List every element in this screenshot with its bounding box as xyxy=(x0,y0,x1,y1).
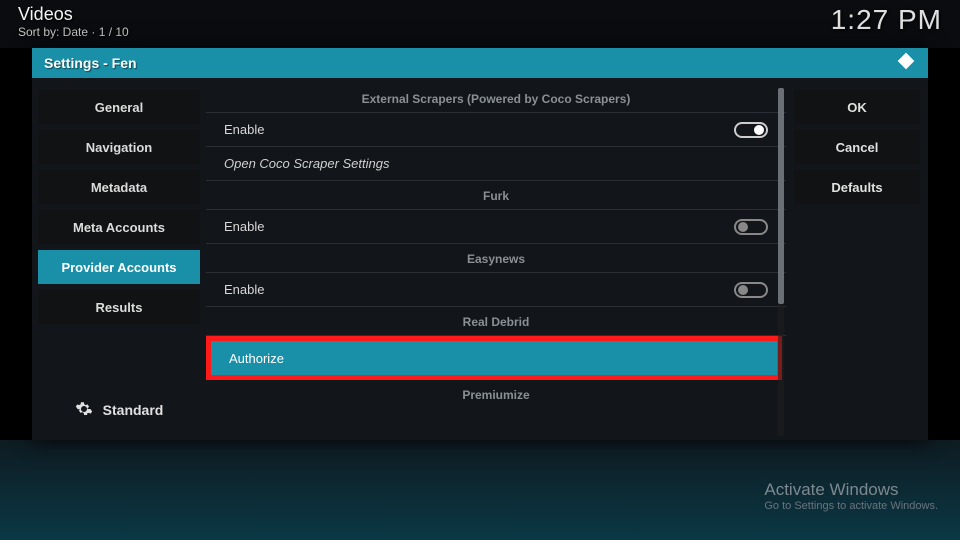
defaults-button[interactable]: Defaults xyxy=(794,170,920,204)
row-label: Enable xyxy=(224,282,264,297)
row-open-coco-settings[interactable]: Open Coco Scraper Settings xyxy=(206,147,786,181)
section-header-external-scrapers: External Scrapers (Powered by Coco Scrap… xyxy=(206,86,786,113)
row-label: Enable xyxy=(224,122,264,137)
cancel-button[interactable]: Cancel xyxy=(794,130,920,164)
window-title: Settings - Fen xyxy=(44,55,137,71)
gear-icon xyxy=(75,400,93,421)
row-label: Open Coco Scraper Settings xyxy=(224,156,389,171)
section-header-real-debrid: Real Debrid xyxy=(206,307,786,336)
row-label: Enable xyxy=(224,219,264,234)
watermark-line1: Activate Windows xyxy=(764,480,938,500)
settings-level-toggle[interactable]: Standard xyxy=(38,392,200,428)
breadcrumb-subtitle: Sort by: Date · 1 / 10 xyxy=(18,25,129,39)
section-header-premiumize: Premiumize xyxy=(206,380,786,408)
window-titlebar: Settings - Fen xyxy=(32,48,928,78)
section-header-furk: Furk xyxy=(206,181,786,210)
sidebar-item-results[interactable]: Results xyxy=(38,290,200,324)
clock: 1:27 PM xyxy=(831,4,942,36)
highlight-callout: Authorize xyxy=(206,336,782,380)
toggle-off-icon[interactable] xyxy=(734,282,768,298)
sidebar-item-metadata[interactable]: Metadata xyxy=(38,170,200,204)
settings-window: Settings - Fen General Navigation Metada… xyxy=(32,48,928,440)
windows-activation-watermark: Activate Windows Go to Settings to activ… xyxy=(764,480,938,512)
top-bar: Videos Sort by: Date · 1 / 10 1:27 PM xyxy=(18,4,942,39)
kodi-logo-icon xyxy=(896,51,916,76)
row-easynews-enable[interactable]: Enable xyxy=(206,273,786,307)
row-furk-enable[interactable]: Enable xyxy=(206,210,786,244)
category-sidebar: General Navigation Metadata Meta Account… xyxy=(32,78,206,440)
sidebar-item-general[interactable]: General xyxy=(38,90,200,124)
row-label: Authorize xyxy=(229,351,284,366)
toggle-off-icon[interactable] xyxy=(734,219,768,235)
toggle-on-icon[interactable] xyxy=(734,122,768,138)
sidebar-item-meta-accounts[interactable]: Meta Accounts xyxy=(38,210,200,244)
watermark-line2: Go to Settings to activate Windows. xyxy=(764,500,938,512)
action-buttons: OK Cancel Defaults xyxy=(786,78,928,440)
scrollbar-thumb[interactable] xyxy=(778,88,784,304)
scrollbar[interactable] xyxy=(778,88,784,436)
breadcrumb-title: Videos xyxy=(18,4,129,25)
settings-content: External Scrapers (Powered by Coco Scrap… xyxy=(206,78,786,440)
row-rd-authorize[interactable]: Authorize xyxy=(211,341,777,375)
ok-button[interactable]: OK xyxy=(794,90,920,124)
section-header-easynews: Easynews xyxy=(206,244,786,273)
settings-level-label: Standard xyxy=(103,402,164,418)
sidebar-item-navigation[interactable]: Navigation xyxy=(38,130,200,164)
row-external-enable[interactable]: Enable xyxy=(206,113,786,147)
sidebar-item-provider-accounts[interactable]: Provider Accounts xyxy=(38,250,200,284)
